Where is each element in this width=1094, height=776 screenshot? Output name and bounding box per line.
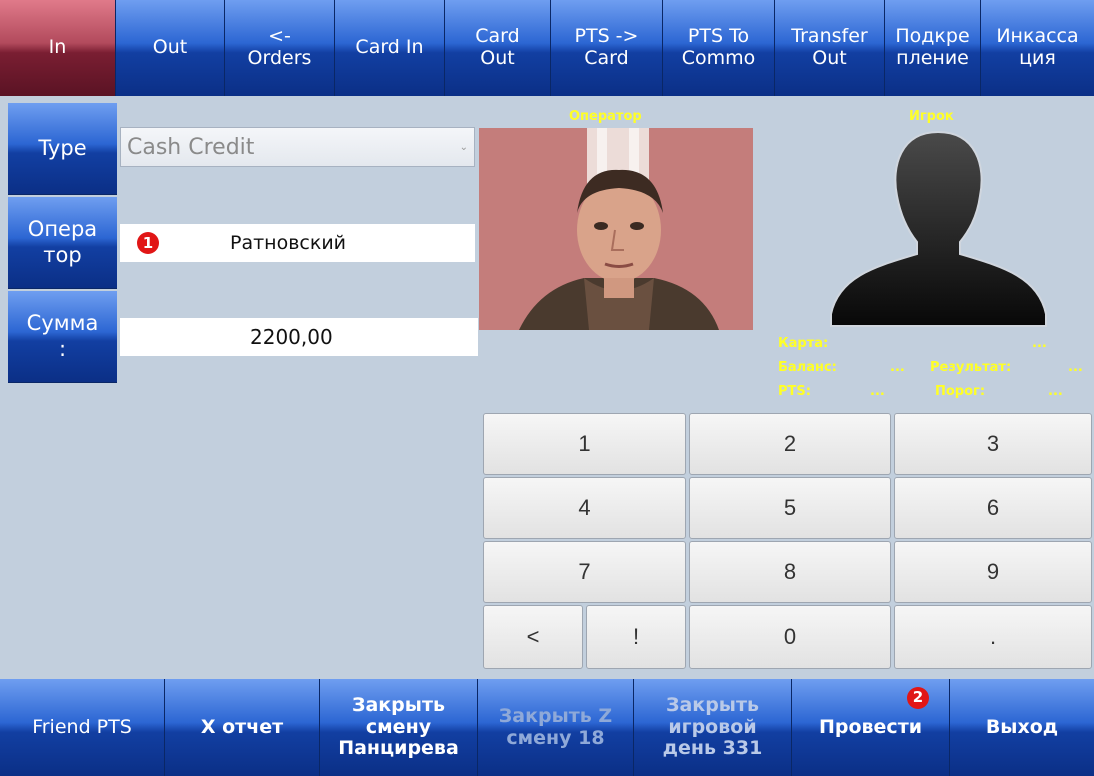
- operator-photo-title: Оператор: [569, 109, 642, 124]
- tab-card-out[interactable]: Card Out: [445, 0, 551, 96]
- tab-pts-to-commo[interactable]: PTS To Commo: [663, 0, 775, 96]
- key-6[interactable]: 6: [894, 477, 1092, 539]
- exit-button[interactable]: Выход: [950, 679, 1094, 776]
- close-game-day-button[interactable]: Закрыть игровой день 331: [634, 679, 792, 776]
- key-1[interactable]: 1: [483, 413, 686, 475]
- top-tab-bar: In Out <- Orders Card In Card Out PTS ->…: [0, 0, 1094, 96]
- key-2[interactable]: 2: [689, 413, 891, 475]
- key-dot[interactable]: .: [894, 605, 1092, 669]
- submit-badge: 2: [907, 687, 929, 709]
- tab-out[interactable]: Out: [116, 0, 225, 96]
- operator-label-button[interactable]: Опера тор: [8, 197, 117, 289]
- sum-field[interactable]: 2200,00: [120, 318, 478, 356]
- balance-label: Баланс:: [778, 360, 837, 375]
- balance-value: ...: [890, 360, 905, 375]
- type-label-button[interactable]: Type: [8, 103, 117, 195]
- submit-button[interactable]: 2 Провести: [792, 679, 950, 776]
- threshold-value: ...: [1048, 384, 1063, 399]
- close-shift-button[interactable]: Закрыть смену Панцирева: [320, 679, 478, 776]
- tab-card-in[interactable]: Card In: [335, 0, 445, 96]
- key-5[interactable]: 5: [689, 477, 891, 539]
- operator-value: Ратновский: [230, 232, 347, 254]
- pts-value: ...: [870, 384, 885, 399]
- card-value: ...: [1032, 336, 1047, 351]
- result-value: ...: [1068, 360, 1083, 375]
- key-backspace[interactable]: <: [483, 605, 583, 669]
- friend-pts-button[interactable]: Friend PTS: [0, 679, 165, 776]
- tab-in[interactable]: In: [0, 0, 116, 96]
- avatar-silhouette-icon: [830, 130, 1047, 327]
- type-select-value: Cash Credit: [127, 134, 255, 160]
- key-0[interactable]: 0: [689, 605, 891, 669]
- key-7[interactable]: 7: [483, 541, 686, 603]
- key-3[interactable]: 3: [894, 413, 1092, 475]
- tab-inkassatsiya[interactable]: Инкасса ция: [981, 0, 1094, 96]
- card-label: Карта:: [778, 336, 829, 351]
- sum-label-button[interactable]: Сумма :: [8, 291, 117, 383]
- result-label: Результат:: [930, 360, 1012, 375]
- tab-pts-to-card[interactable]: PTS -> Card: [551, 0, 663, 96]
- key-exclamation[interactable]: !: [586, 605, 686, 669]
- key-4[interactable]: 4: [483, 477, 686, 539]
- player-photo-title: Игрок: [909, 109, 954, 124]
- tab-orders[interactable]: <- Orders: [225, 0, 335, 96]
- player-avatar: [817, 126, 1060, 331]
- key-8[interactable]: 8: [689, 541, 891, 603]
- pts-label: PTS:: [778, 384, 811, 399]
- threshold-label: Порог:: [935, 384, 986, 399]
- chevron-down-icon: ⌄: [459, 141, 468, 153]
- operator-photo-image: [479, 128, 753, 330]
- operator-photo: [479, 128, 753, 330]
- tab-podkreplenie[interactable]: Подкре пление: [885, 0, 981, 96]
- operator-field[interactable]: 1 Ратновский: [120, 224, 475, 262]
- type-select[interactable]: Cash Credit ⌄: [120, 127, 475, 167]
- close-z-shift-button[interactable]: Закрыть Z смену 18: [478, 679, 634, 776]
- x-report-button[interactable]: X отчет: [165, 679, 320, 776]
- sum-value: 2200,00: [250, 325, 333, 349]
- operator-badge: 1: [137, 232, 159, 254]
- tab-transfer-out[interactable]: Transfer Out: [775, 0, 885, 96]
- key-9[interactable]: 9: [894, 541, 1092, 603]
